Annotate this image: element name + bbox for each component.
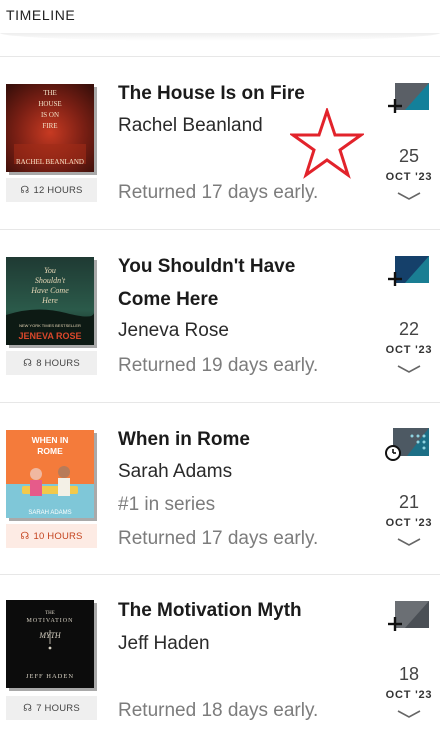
cover-text: HOUSE	[38, 100, 61, 108]
date-day: 18	[398, 664, 420, 684]
timeline-row-2[interactable]: You Shouldn't Have Come Here NEW YORK TI…	[0, 230, 440, 402]
date-month: OCT '23	[385, 689, 433, 701]
duration-label: 10 HOURS	[33, 530, 83, 542]
cover-text: RACHEL BEANLAND	[16, 158, 84, 166]
book-cover[interactable]: THE HOUSE IS ON FIRE RACHEL BEANLAND	[6, 84, 94, 172]
loan-status: Returned 18 days early.	[118, 700, 319, 721]
audiobook-add-icon[interactable]	[385, 253, 431, 289]
duration-label: 7 HOURS	[36, 702, 80, 714]
headphones-icon: ☊	[20, 184, 30, 196]
cover-text: MYTH	[38, 631, 62, 640]
date-day: 25	[398, 146, 420, 166]
cover-text: NEW YORK TIMES BESTSELLER	[19, 323, 81, 328]
audiobook-add-icon[interactable]	[385, 598, 431, 634]
cover-text: Here	[41, 296, 58, 305]
book-title[interactable]: When in Rome	[118, 423, 336, 456]
date-month: OCT '23	[385, 344, 433, 356]
page-title: TIMELINE	[6, 7, 76, 23]
cover-text: SARAH ADAMS	[28, 510, 71, 516]
book-cover[interactable]: THE MOTIVATION MYTH JEFF HADEN	[6, 600, 94, 688]
headphones-icon: ☊	[23, 702, 33, 714]
date-month: OCT '23	[385, 517, 433, 529]
header-shadow	[0, 33, 440, 41]
headphones-icon: ☊	[23, 357, 33, 369]
duration-badge: ☊ 8 HOURS	[6, 351, 97, 375]
book-author[interactable]: Jeneva Rose	[118, 319, 229, 343]
cover-text: Shouldn't	[35, 276, 66, 285]
duration-label: 8 HOURS	[36, 357, 80, 369]
date-month: OCT '23	[385, 171, 433, 183]
chevron-down-icon[interactable]	[397, 364, 421, 374]
book-author[interactable]: Sarah Adams	[118, 460, 232, 484]
loan-status: Returned 17 days early.	[118, 528, 319, 549]
cover-text: THE	[43, 89, 57, 97]
book-author[interactable]: Jeff Haden	[118, 632, 210, 656]
loan-status: Returned 19 days early.	[118, 355, 319, 376]
duration-badge: ☊ 10 HOURS	[6, 524, 97, 548]
series-info[interactable]: #1 in series	[118, 493, 215, 517]
duration-badge: ☊ 12 HOURS	[6, 178, 97, 202]
cover-text: ROME	[37, 446, 63, 456]
cover-text: You	[44, 266, 56, 275]
date-day: 22	[398, 319, 420, 339]
book-title[interactable]: The Motivation Myth	[118, 594, 336, 627]
cover-text: IS ON	[41, 111, 59, 119]
cover-text: JEFF HADEN	[26, 673, 74, 680]
book-author[interactable]: Rachel Beanland	[118, 114, 263, 138]
duration-label: 12 HOURS	[33, 184, 83, 196]
audiobook-timer-icon[interactable]	[385, 426, 431, 462]
chevron-down-icon[interactable]	[397, 709, 421, 719]
timeline-row-3[interactable]: WHEN IN ROME SARAH ADAMS ☊ 10 HOURS When…	[0, 403, 440, 575]
book-cover[interactable]: You Shouldn't Have Come Here NEW YORK TI…	[6, 257, 94, 345]
chevron-down-icon[interactable]	[397, 191, 421, 201]
timeline-row-4[interactable]: THE MOTIVATION MYTH JEFF HADEN ☊ 7 HOURS…	[0, 575, 440, 747]
cover-text: JENEVA ROSE	[18, 331, 81, 341]
cover-text: FIRE	[42, 122, 57, 130]
cover-text: MOTIVATION	[27, 618, 74, 624]
book-title[interactable]: You Shouldn't Have Come Here	[118, 250, 336, 316]
book-title[interactable]: The House Is on Fire	[118, 77, 336, 110]
timeline-row-1[interactable]: THE HOUSE IS ON FIRE RACHEL BEANLAND ☊ 1…	[0, 57, 440, 229]
cover-text: THE	[45, 611, 55, 616]
duration-badge: ☊ 7 HOURS	[6, 696, 97, 720]
chevron-down-icon[interactable]	[397, 537, 421, 547]
book-cover[interactable]: WHEN IN ROME SARAH ADAMS	[6, 430, 94, 518]
date-day: 21	[398, 492, 420, 512]
cover-text: WHEN IN	[32, 435, 69, 445]
headphones-icon: ☊	[20, 530, 30, 542]
audiobook-add-icon[interactable]	[385, 80, 431, 116]
red-star-outline	[290, 108, 364, 179]
cover-text: Have Come	[30, 286, 69, 295]
loan-status: Returned 17 days early.	[118, 182, 319, 203]
